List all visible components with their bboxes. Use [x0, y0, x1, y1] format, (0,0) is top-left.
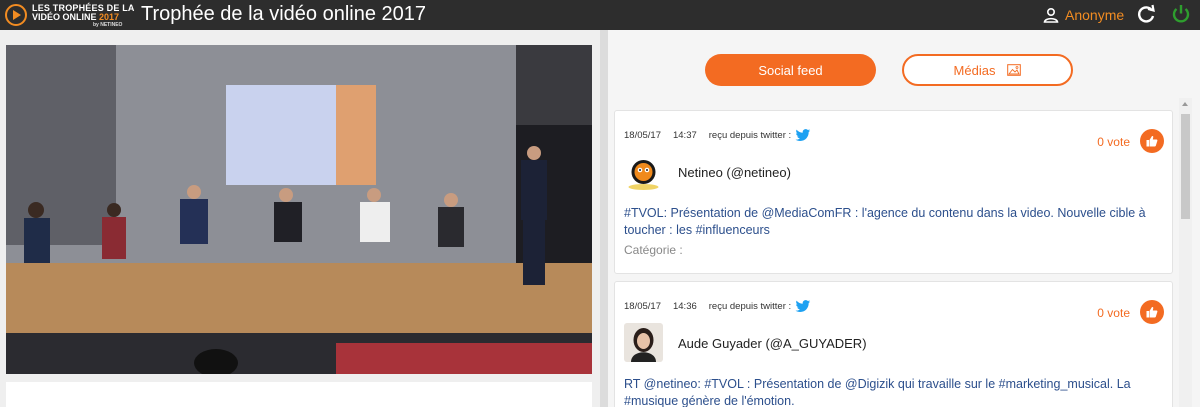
like-button[interactable]	[1140, 129, 1164, 153]
thumbs-up-icon	[1146, 306, 1158, 318]
twitter-icon	[795, 300, 811, 312]
power-icon[interactable]	[1170, 3, 1192, 25]
post-category: Catégorie :	[624, 243, 683, 257]
post-date: 18/05/17	[624, 301, 661, 312]
live-video[interactable]	[6, 45, 592, 374]
feed-item-meta: 18/05/17 14:37 reçu depuis twitter :	[624, 129, 811, 142]
social-pane: Social feed Médias 18/05/17 14:37 reçu d…	[608, 30, 1200, 407]
like-button[interactable]	[1140, 300, 1164, 324]
social-feed-label: Social feed	[758, 62, 823, 78]
social-feed-tab[interactable]: Social feed	[705, 54, 876, 86]
vote-count: 0 vote	[1097, 135, 1130, 149]
play-logo-icon	[5, 4, 27, 26]
user-icon	[1043, 7, 1059, 23]
post-time: 14:37	[672, 130, 697, 141]
event-logo: LES TROPHÉES DE LA VIDÉO ONLINE 2017 by …	[5, 2, 134, 28]
page-title: Trophée de la vidéo online 2017	[141, 3, 427, 25]
video-caption-area	[6, 382, 592, 407]
post-date: 18/05/17	[624, 130, 661, 141]
image-icon	[1007, 64, 1022, 76]
social-feed-list: 18/05/17 14:37 reçu depuis twitter : 0 v…	[614, 110, 1173, 407]
post-author[interactable]: Aude Guyader (@A_GUYADER)	[678, 336, 867, 351]
scroll-up-arrow-icon[interactable]	[1182, 102, 1188, 106]
scrollbar-thumb[interactable]	[1181, 114, 1190, 219]
pane-divider[interactable]	[600, 30, 608, 407]
thumbs-up-icon	[1146, 135, 1158, 147]
conference-stage-image	[6, 45, 592, 374]
logo-line-2-text: VIDÉO ONLINE	[32, 12, 100, 22]
feed-item-meta: 18/05/17 14:36 reçu depuis twitter :	[624, 300, 811, 313]
avatar	[624, 152, 663, 191]
logo-year: 2017	[99, 12, 120, 22]
avatar	[624, 323, 663, 362]
logo-line-3: by NETINEO	[93, 22, 123, 28]
video-pane	[0, 30, 600, 407]
medias-tab[interactable]: Médias	[902, 54, 1073, 86]
logo-line-2: VIDÉO ONLINE 2017	[32, 12, 119, 22]
feed-item: 18/05/17 14:37 reçu depuis twitter : 0 v…	[614, 110, 1173, 274]
post-text: #TVOL: Présentation de @MediaComFR : l'a…	[624, 206, 1146, 237]
refresh-icon[interactable]	[1135, 3, 1157, 25]
post-text: RT @netineo: #TVOL : Présentation de @Di…	[624, 377, 1131, 407]
post-author[interactable]: Netineo (@netineo)	[678, 165, 791, 180]
post-time: 14:36	[672, 301, 697, 312]
user-name: Anonyme	[1065, 7, 1125, 23]
post-source: reçu depuis twitter :	[708, 301, 792, 312]
medias-label: Médias	[953, 62, 996, 78]
twitter-icon	[795, 129, 811, 141]
top-bar: LES TROPHÉES DE LA VIDÉO ONLINE 2017 by …	[0, 0, 1200, 30]
vote-count: 0 vote	[1097, 306, 1130, 320]
feed-item: 18/05/17 14:36 reçu depuis twitter : 0 v…	[614, 281, 1173, 407]
user-menu[interactable]: Anonyme	[1043, 6, 1124, 24]
post-source: reçu depuis twitter :	[708, 130, 792, 141]
